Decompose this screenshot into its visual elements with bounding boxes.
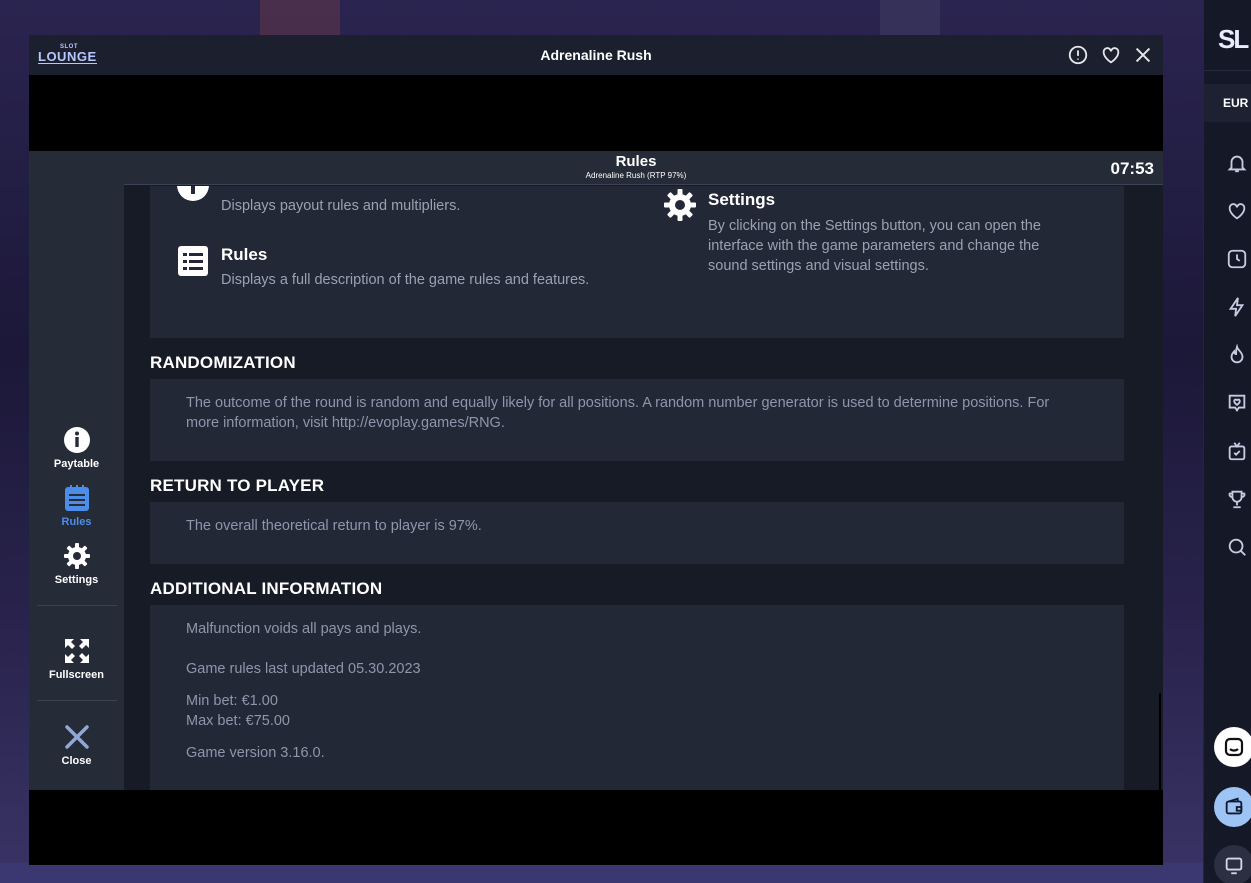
sidebar-item-fullscreen[interactable]: Fullscreen — [29, 637, 124, 681]
close-icon — [64, 725, 89, 749]
rules-content: Displays payout rules and multipliers. R… — [124, 186, 1163, 790]
clock-icon[interactable] — [1226, 248, 1248, 270]
bell-icon[interactable] — [1226, 152, 1248, 174]
site-logo[interactable]: SL — [1218, 24, 1251, 56]
rules-topbar: Rules Adrenaline Rush (RTP 97%) 07:53 — [124, 151, 1163, 185]
fullscreen-icon — [64, 639, 89, 663]
game-version-text: Game version 3.16.0. — [186, 745, 325, 761]
currency-selector[interactable]: EUR — [1204, 84, 1251, 122]
scrollbar[interactable] — [1159, 693, 1161, 790]
rules-feature-description: Displays a full description of the game … — [221, 272, 590, 288]
chat-face-icon[interactable] — [1214, 727, 1251, 767]
sidebar-divider — [37, 605, 117, 606]
rtp-text: The overall theoretical return to player… — [186, 518, 482, 534]
sidebar-label: Close — [61, 755, 92, 767]
sidebar-label: Rules — [61, 516, 92, 528]
rtp-panel: The overall theoretical return to player… — [150, 502, 1124, 564]
rules-list-icon — [64, 485, 89, 511]
modal-header: SLOT LOUNGE Adrenaline Rush — [29, 35, 1163, 75]
gear-icon — [63, 543, 90, 569]
sidebar-item-paytable[interactable]: Paytable — [29, 426, 124, 470]
rail-divider — [1204, 70, 1251, 71]
background-light — [880, 0, 940, 35]
heart-chat-icon[interactable] — [1226, 392, 1248, 414]
close-icon[interactable] — [1132, 44, 1154, 66]
background-floor — [0, 863, 1203, 883]
sidebar-divider — [37, 700, 117, 701]
screen-icon[interactable] — [1214, 845, 1251, 883]
additional-heading: ADDITIONAL INFORMATION — [150, 579, 383, 598]
sidebar-label: Paytable — [53, 458, 100, 470]
game-frame: Paytable Rules Settings Fullscreen Close — [29, 151, 1163, 790]
wallet-icon[interactable] — [1214, 787, 1251, 827]
sidebar-label: Settings — [54, 574, 99, 586]
heart-icon[interactable] — [1226, 200, 1248, 222]
favorite-heart-icon[interactable] — [1100, 44, 1122, 66]
rules-updated-text: Game rules last updated 05.30.2023 — [186, 661, 421, 677]
paytable-description: Displays payout rules and multipliers. — [221, 198, 461, 214]
currency-label: EUR — [1223, 96, 1249, 110]
flame-icon[interactable] — [1226, 344, 1248, 366]
trophy-icon[interactable] — [1226, 488, 1248, 510]
randomization-panel: The outcome of the round is random and e… — [150, 379, 1124, 461]
info-icon — [63, 427, 90, 453]
clock-time: 07:53 — [1110, 159, 1154, 178]
tv-icon[interactable] — [1226, 440, 1248, 462]
sidebar-item-settings[interactable]: Settings — [29, 542, 124, 586]
rules-list-icon — [176, 244, 210, 278]
malfunction-text: Malfunction voids all pays and plays. — [186, 621, 422, 637]
features-panel: Displays payout rules and multipliers. R… — [150, 186, 1124, 338]
rules-sidebar: Paytable Rules Settings Fullscreen Close — [29, 151, 124, 790]
sidebar-item-close[interactable]: Close — [29, 723, 124, 767]
info-icon — [176, 186, 210, 202]
rules-title: Rules — [615, 153, 657, 170]
randomization-heading: RANDOMIZATION — [150, 353, 296, 372]
gear-icon — [663, 188, 697, 222]
info-alert-icon[interactable] — [1067, 44, 1089, 66]
rules-feature-title: Rules — [221, 245, 268, 264]
additional-panel: Malfunction voids all pays and plays. Ga… — [150, 605, 1124, 790]
background-light — [260, 0, 340, 40]
settings-feature-title: Settings — [708, 190, 776, 209]
rules-subtitle: Adrenaline Rush (RTP 97%) — [585, 171, 687, 180]
settings-feature-description: By clicking on the Settings button, you … — [708, 218, 1041, 274]
sidebar-item-rules[interactable]: Rules — [29, 484, 124, 528]
randomization-text: The outcome of the round is random and e… — [186, 395, 1050, 431]
search-icon[interactable] — [1226, 536, 1248, 558]
right-rail: SL EUR — [1203, 0, 1251, 883]
game-modal: SLOT LOUNGE Adrenaline Rush Paytable Rul… — [29, 35, 1163, 865]
lightning-icon[interactable] — [1226, 296, 1248, 318]
rtp-heading: RETURN TO PLAYER — [150, 476, 325, 495]
sidebar-label: Fullscreen — [48, 669, 105, 681]
modal-title: Adrenaline Rush — [540, 47, 652, 63]
max-bet-text: Max bet: €75.00 — [186, 713, 290, 729]
min-bet-text: Min bet: €1.00 — [186, 693, 278, 709]
